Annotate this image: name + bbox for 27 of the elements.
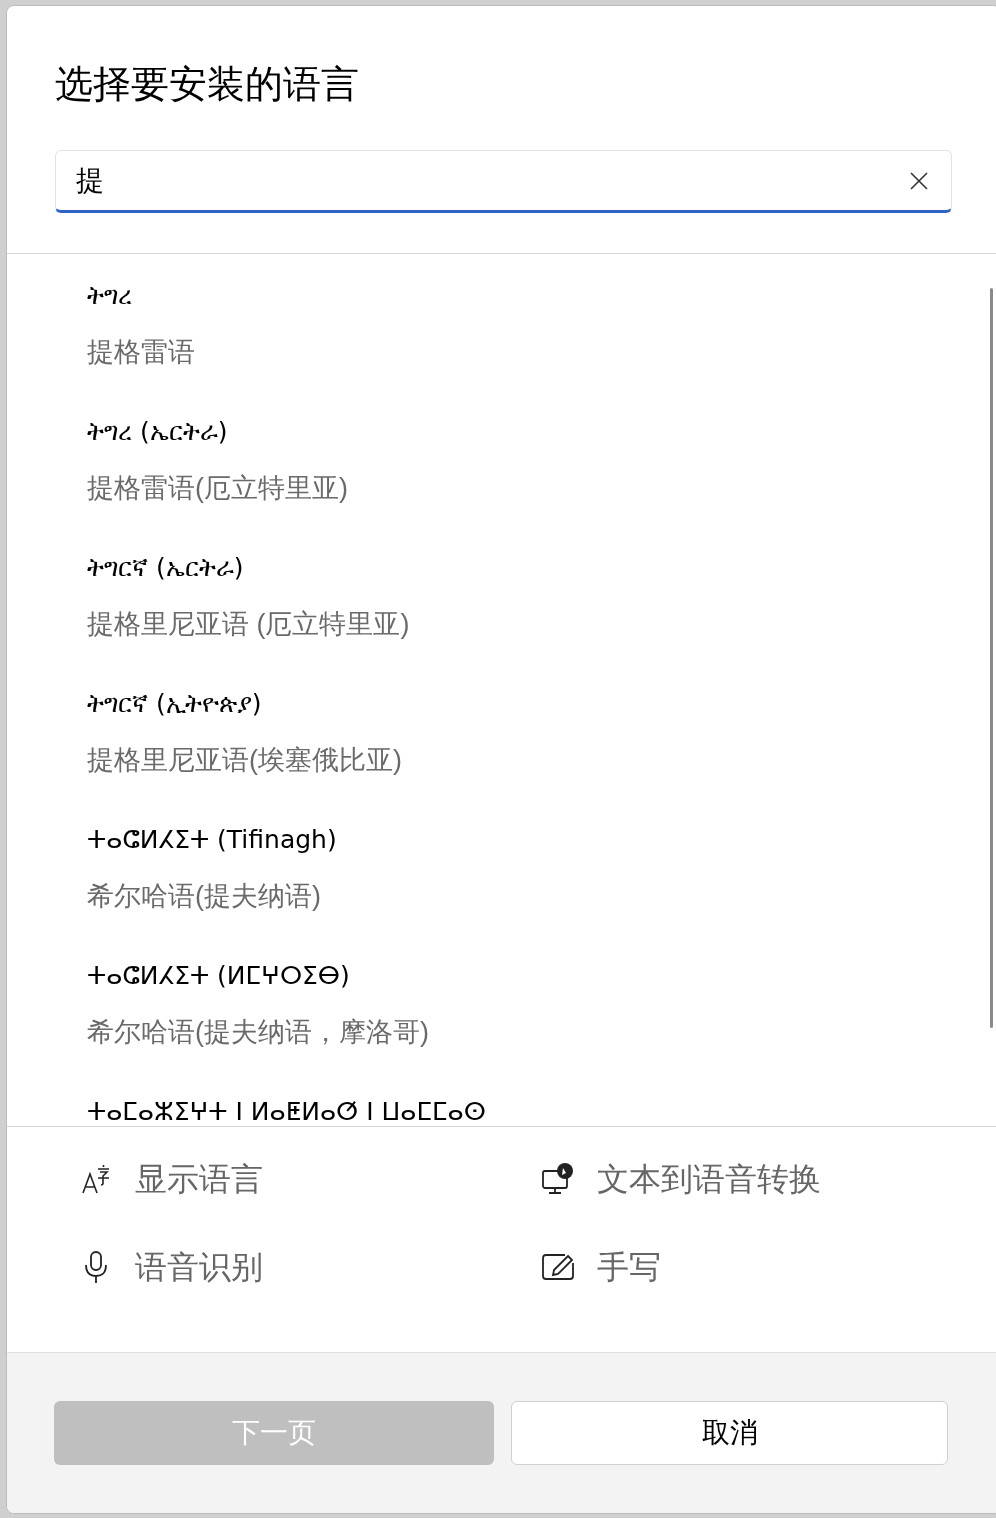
language-name[interactable]: 提格里尼亚语(埃塞俄比亚) xyxy=(87,740,402,780)
feature-label: 手写 xyxy=(596,1248,661,1287)
language-native-name[interactable]: ትግረ (ኤርትራ) xyxy=(87,412,228,452)
monitor-speech-icon xyxy=(540,1162,575,1196)
feature-label: 语音识别 xyxy=(135,1248,263,1287)
language-native-name[interactable]: ትግረ xyxy=(87,276,132,316)
close-icon[interactable] xyxy=(909,170,929,191)
microphone-icon xyxy=(83,1250,109,1284)
pen-in-box-icon xyxy=(540,1253,575,1281)
font-characters-icon xyxy=(81,1163,111,1195)
cancel-button[interactable]: 取消 xyxy=(511,1401,948,1465)
language-native-name[interactable]: ትግርኛ (ኢትዮጵያ) xyxy=(87,684,262,724)
language-name[interactable]: 提格里尼亚语 (厄立特里亚) xyxy=(87,604,410,644)
language-name[interactable]: 提格雷语 xyxy=(87,332,195,372)
search-input: 提 xyxy=(76,159,909,202)
scrollbar[interactable] xyxy=(990,288,993,1028)
language-native-name[interactable]: ⵜⴰⵛⵍⵃⵉⵜ (Tifinagh) xyxy=(87,820,337,860)
language-native-name[interactable]: ⵜⴰⵎⴰⵣⵉⵖⵜ ⵏ ⵍⴰⵟⵍⴰⵚ ⵏ ⵡⴰⵎⵎⴰⵙ xyxy=(87,1092,486,1126)
feature-label: 显示语言 xyxy=(135,1160,263,1199)
search-field[interactable]: 提 xyxy=(55,150,952,213)
language-name[interactable]: 希尔哈语(提夫纳语) xyxy=(87,876,321,916)
feature-label: 文本到语音转换 xyxy=(596,1160,821,1199)
dialog-title: 选择要安装的语言 xyxy=(55,62,360,107)
language-native-name[interactable]: ትግርኛ (ኤርትራ) xyxy=(87,548,244,588)
language-name[interactable]: 提格雷语(厄立特里亚) xyxy=(87,468,348,508)
language-native-name[interactable]: ⵜⴰⵛⵍⵃⵉⵜ (ⵍⵎⵖⵔⵉⴱ) xyxy=(87,956,350,996)
language-name[interactable]: 希尔哈语(提夫纳语，摩洛哥) xyxy=(87,1012,429,1052)
